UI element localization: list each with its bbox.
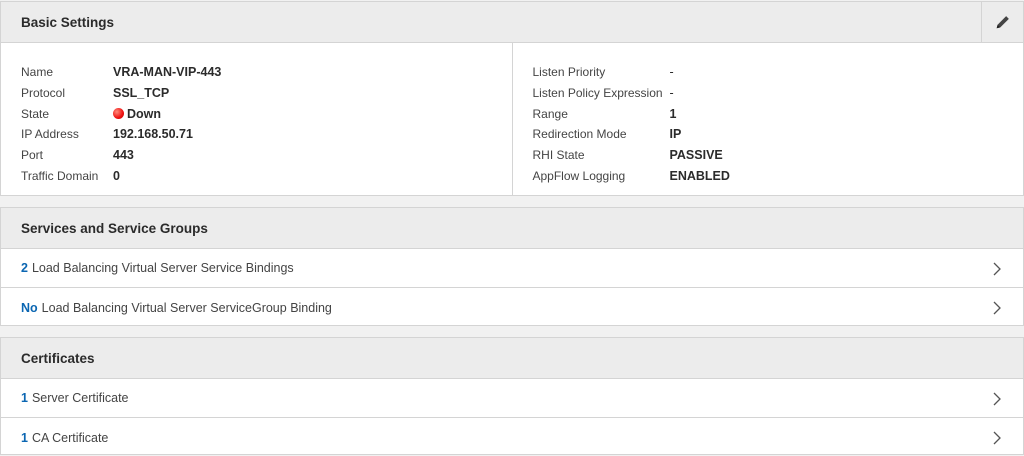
pencil-icon — [996, 16, 1009, 29]
setting-label: Traffic Domain — [21, 168, 99, 183]
setting-row-state: State Down — [21, 103, 512, 124]
binding-count: No — [21, 300, 38, 315]
setting-value: ENABLED — [669, 168, 730, 183]
certificate-count: 1 — [21, 391, 28, 405]
setting-row-port: Port 443 — [21, 145, 512, 166]
setting-label: RHI State — [532, 148, 585, 163]
basic-settings-right-column: Listen Priority - Listen Policy Expressi… — [513, 43, 1024, 196]
chevron-right-icon — [993, 301, 1001, 315]
server-certificate-link[interactable]: 1 Server Certificate — [1, 379, 1023, 418]
setting-row-redirection-mode: Redirection Mode IP — [533, 124, 1024, 145]
status-down-icon — [113, 108, 124, 120]
setting-label: Protocol — [21, 86, 66, 101]
setting-label: AppFlow Logging — [532, 168, 626, 183]
setting-label: State — [21, 106, 50, 121]
setting-row-name: Name VRA-MAN-VIP-443 — [21, 62, 512, 83]
certificates-panel: Certificates 1 Server Certificate 1 CA C… — [0, 337, 1024, 455]
binding-text: Load Balancing Virtual Server ServiceGro… — [41, 300, 332, 315]
binding-count: 2 — [21, 261, 28, 275]
setting-row-range: Range 1 — [533, 103, 1024, 124]
setting-label: Name — [21, 65, 54, 80]
certificates-title: Certificates — [21, 350, 95, 366]
setting-label: Listen Priority — [532, 65, 606, 80]
setting-label: IP Address — [21, 127, 79, 142]
basic-settings-header: Basic Settings — [1, 2, 1023, 43]
setting-label: Port — [21, 148, 44, 163]
setting-value: 0 — [113, 168, 120, 183]
certificate-count: 1 — [21, 430, 28, 445]
setting-value-state: Down — [113, 107, 161, 121]
setting-row-protocol: Protocol SSL_TCP — [21, 83, 512, 104]
certificate-text: CA Certificate — [31, 430, 109, 445]
ca-certificate-link[interactable]: 1 CA Certificate — [1, 418, 1023, 456]
setting-row-ip-address: IP Address 192.168.50.71 — [21, 124, 512, 145]
edit-button[interactable] — [981, 2, 1023, 42]
setting-value: SSL_TCP — [113, 86, 170, 101]
setting-label: Listen Policy Expression — [532, 86, 663, 101]
state-text: Down — [127, 106, 162, 121]
chevron-right-icon — [993, 431, 1001, 445]
services-header: Services and Service Groups — [1, 208, 1023, 249]
certificate-text: Server Certificate — [31, 391, 129, 405]
setting-row-listen-policy-expression: Listen Policy Expression - — [533, 83, 1024, 104]
setting-value: 192.168.50.71 — [113, 127, 193, 142]
binding-text: Load Balancing Virtual Server Service Bi… — [31, 261, 294, 275]
setting-label: Range — [532, 106, 568, 121]
setting-row-traffic-domain: Traffic Domain 0 — [21, 165, 512, 186]
services-title: Services and Service Groups — [21, 220, 208, 236]
chevron-right-icon — [993, 262, 1001, 276]
basic-settings-title: Basic Settings — [21, 14, 115, 30]
setting-value: - — [669, 86, 674, 101]
setting-value: PASSIVE — [669, 148, 723, 163]
chevron-right-icon — [993, 392, 1001, 406]
services-panel: Services and Service Groups 2 Load Balan… — [0, 207, 1024, 326]
service-bindings-link[interactable]: 2 Load Balancing Virtual Server Service … — [1, 249, 1023, 288]
basic-settings-left-column: Name VRA-MAN-VIP-443 Protocol SSL_TCP St… — [1, 43, 513, 196]
setting-value: VRA-MAN-VIP-443 — [113, 65, 222, 80]
certificates-header: Certificates — [1, 338, 1023, 379]
basic-settings-panel: Basic Settings Name VRA-MAN-VIP-443 Prot… — [0, 1, 1024, 196]
setting-label: Redirection Mode — [532, 127, 627, 142]
setting-value: 443 — [113, 148, 134, 163]
setting-value: IP — [669, 127, 682, 142]
setting-row-listen-priority: Listen Priority - — [533, 62, 1024, 83]
servicegroup-binding-link[interactable]: No Load Balancing Virtual Server Service… — [1, 288, 1023, 327]
setting-value: 1 — [669, 106, 677, 121]
setting-row-appflow-logging: AppFlow Logging ENABLED — [533, 165, 1024, 186]
setting-row-rhi-state: RHI State PASSIVE — [533, 145, 1024, 166]
setting-value: - — [669, 65, 674, 80]
